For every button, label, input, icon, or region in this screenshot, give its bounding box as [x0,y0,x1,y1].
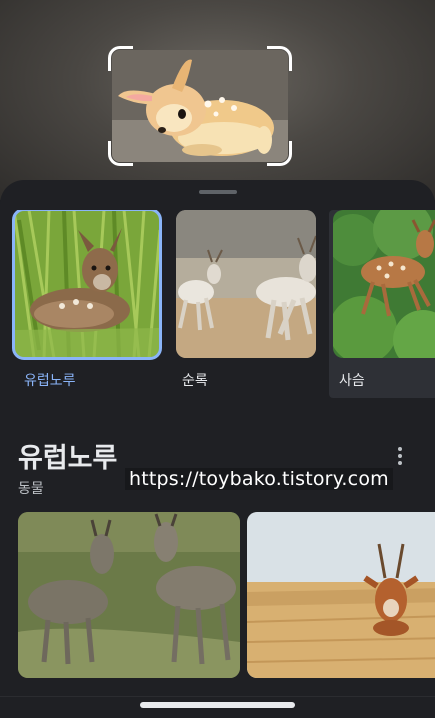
match-carousel[interactable]: 유럽노루 순록 사슴 [0,210,435,400]
fawn-figurine-image [112,50,288,162]
match-label: 순록 [182,373,208,389]
crop-corner-bottom-left[interactable] [108,141,133,166]
two-roe-deer-image[interactable] [18,512,240,678]
watermark-text: https://toybako.tistory.com [125,468,393,490]
nav-divider [0,696,435,697]
home-indicator[interactable] [140,702,295,708]
crop-corner-top-left[interactable] [108,46,133,71]
match-label: 유럽노루 [24,373,76,389]
spotted-deer-image [333,210,435,358]
more-options-icon[interactable] [388,444,412,468]
search-crop-frame[interactable] [108,46,292,166]
camera-preview [0,0,435,200]
reindeer-running-image [176,210,316,358]
match-card-deer[interactable]: 사슴 [329,210,435,398]
results-bottom-sheet: 유럽노루 순록 사슴 유럽노루 동물 [0,180,435,718]
sheet-drag-handle[interactable] [199,190,237,194]
entity-title: 유럽노루 [18,443,118,474]
image-results-row[interactable] [18,512,435,678]
match-label: 사슴 [339,373,365,389]
roe-deer-fawn-image [12,210,162,360]
roe-deer-field-image[interactable] [247,512,435,678]
entity-subtitle: 동물 [18,481,44,497]
crop-corner-top-right[interactable] [267,46,292,71]
crop-corner-bottom-right[interactable] [267,141,292,166]
